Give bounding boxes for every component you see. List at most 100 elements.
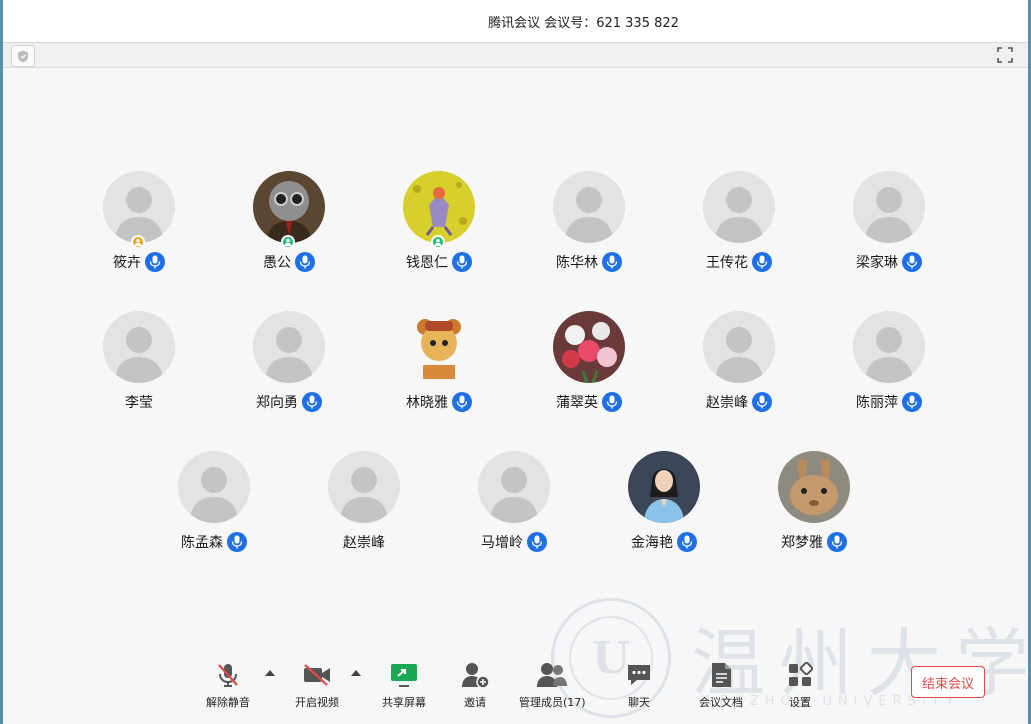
cohost-badge-icon	[281, 235, 295, 249]
participant-tile[interactable]: 郑梦雅	[739, 451, 889, 561]
audio-options-caret-icon[interactable]	[265, 668, 275, 678]
participant-tile[interactable]: 陈丽萍	[814, 311, 964, 421]
mic-icon	[752, 392, 772, 412]
host-badge-icon	[131, 235, 145, 249]
participant-name-row: 愚公	[214, 251, 364, 273]
meeting-control-bar: 解除静音 开启视频 共享屏幕 邀请 管理成员(17) 聊天 会议文档 设置 结束…	[3, 648, 1028, 724]
default-avatar-icon	[703, 311, 775, 383]
top-strip	[3, 43, 1028, 68]
participant-name: 王传花	[706, 255, 748, 271]
members-icon	[535, 660, 569, 690]
participant-name-row: 筱卉	[64, 251, 214, 273]
participant-tile[interactable]: 钱恩仁	[364, 171, 514, 281]
meeting-window: 腾讯会议 会议号：621 335 822 筱卉 愚公 钱恩仁 陈华林 王传花 梁家琳 李莹郑…	[3, 0, 1028, 724]
manage-members-button[interactable]: 管理成员(17)	[519, 660, 586, 716]
default-avatar-icon	[253, 311, 325, 383]
default-avatar-icon	[178, 451, 250, 523]
participant-name-row: 赵崇峰	[664, 391, 814, 413]
mic-icon	[527, 532, 547, 552]
participant-avatar	[403, 311, 475, 383]
participant-name-row: 郑梦雅	[739, 531, 889, 553]
meeting-docs-button[interactable]: 会议文档	[699, 660, 743, 716]
video-options-caret-icon[interactable]	[351, 668, 361, 678]
mic-muted-icon	[211, 660, 245, 690]
fullscreen-icon[interactable]	[996, 46, 1014, 64]
unmute-button[interactable]: 解除静音	[206, 660, 250, 716]
participant-name-row: 钱恩仁	[364, 251, 514, 273]
participant-name-row: 蒲翠英	[514, 391, 664, 413]
participant-name-row: 马增岭	[439, 531, 589, 553]
participant-name: 蒲翠英	[556, 395, 598, 411]
participant-name: 马增岭	[481, 535, 523, 551]
participant-name-row: 陈丽萍	[814, 391, 964, 413]
invite-button[interactable]: 邀请	[458, 660, 492, 716]
chat-bubble-icon	[622, 660, 656, 690]
mic-icon	[602, 252, 622, 272]
chat-button[interactable]: 聊天	[622, 660, 656, 716]
default-avatar-icon	[703, 171, 775, 243]
participant-name: 愚公	[263, 255, 291, 271]
participant-tile[interactable]: 王传花	[664, 171, 814, 281]
participant-tile[interactable]: 陈孟森	[139, 451, 289, 561]
screen-share-icon	[387, 660, 421, 690]
share-screen-button[interactable]: 共享屏幕	[382, 660, 426, 716]
participant-tile[interactable]: 筱卉	[64, 171, 214, 281]
default-avatar-icon	[478, 451, 550, 523]
mic-icon	[295, 252, 315, 272]
participant-name: 李莹	[125, 395, 153, 411]
camera-off-icon	[300, 660, 334, 690]
participant-tile[interactable]: 陈华林	[514, 171, 664, 281]
mic-icon	[452, 252, 472, 272]
participant-name: 林晓雅	[406, 395, 448, 411]
participant-name-row: 陈孟森	[139, 531, 289, 553]
participant-name-row: 陈华林	[514, 251, 664, 273]
default-avatar-icon	[103, 171, 175, 243]
participant-avatar	[253, 171, 325, 243]
start-video-button[interactable]: 开启视频	[295, 660, 339, 716]
security-shield-icon[interactable]	[11, 45, 35, 67]
default-avatar-icon	[553, 171, 625, 243]
participant-tile[interactable]: 梁家琳	[814, 171, 964, 281]
settings-button[interactable]: 设置	[783, 660, 817, 716]
mic-icon	[452, 392, 472, 412]
participant-name-row: 郑向勇	[214, 391, 364, 413]
participant-tile[interactable]: 金海艳	[589, 451, 739, 561]
document-icon	[704, 660, 738, 690]
participant-gallery: 筱卉 愚公 钱恩仁 陈华林 王传花 梁家琳 李莹 郑向勇 林晓雅 蒲翠英 赵崇峰 陈丽萍 陈孟森 赵崇峰马…	[3, 68, 1028, 648]
participant-tile[interactable]: 赵崇峰	[664, 311, 814, 421]
participant-tile[interactable]: 蒲翠英	[514, 311, 664, 421]
participant-name: 金海艳	[631, 535, 673, 551]
participant-tile[interactable]: 马增岭	[439, 451, 589, 561]
mic-icon	[752, 252, 772, 272]
participant-name: 赵崇峰	[706, 395, 748, 411]
grid-settings-icon	[783, 660, 817, 690]
participant-name-row: 金海艳	[589, 531, 739, 553]
participant-name: 郑梦雅	[781, 535, 823, 551]
cohost-badge-icon	[431, 235, 445, 249]
participant-name: 陈丽萍	[856, 395, 898, 411]
participant-tile[interactable]: 李莹	[64, 311, 214, 421]
meeting-title: 腾讯会议 会议号：621 335 822	[488, 15, 679, 31]
participant-name-row: 王传花	[664, 251, 814, 273]
participant-tile[interactable]: 愚公	[214, 171, 364, 281]
mic-icon	[902, 392, 922, 412]
participant-tile[interactable]: 林晓雅	[364, 311, 514, 421]
participant-name-row: 梁家琳	[814, 251, 964, 273]
mic-icon	[227, 532, 247, 552]
participant-name: 陈华林	[556, 255, 598, 271]
mic-icon	[602, 392, 622, 412]
default-avatar-icon	[328, 451, 400, 523]
participant-name: 陈孟森	[181, 535, 223, 551]
participant-tile[interactable]: 赵崇峰	[289, 451, 439, 561]
mic-icon	[827, 532, 847, 552]
default-avatar-icon	[853, 311, 925, 383]
mic-icon	[677, 532, 697, 552]
default-avatar-icon	[853, 171, 925, 243]
participant-name: 郑向勇	[256, 395, 298, 411]
participant-avatar	[628, 451, 700, 523]
end-meeting-button[interactable]: 结束会议	[911, 666, 985, 698]
add-user-icon	[458, 660, 492, 690]
participant-tile[interactable]: 郑向勇	[214, 311, 364, 421]
participant-name: 钱恩仁	[406, 255, 448, 271]
participant-avatar	[553, 311, 625, 383]
